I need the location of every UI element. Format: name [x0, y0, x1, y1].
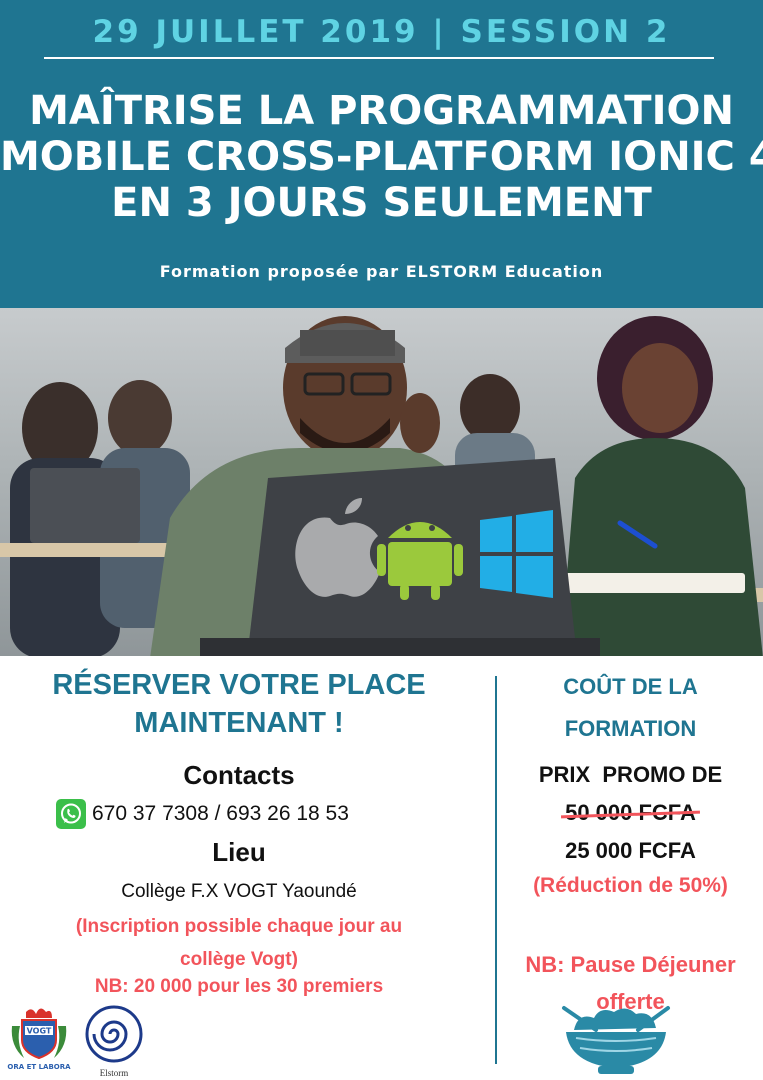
- reduction-note: (Réduction de 50%): [533, 874, 728, 897]
- elstorm-label: Elstorm: [100, 1068, 129, 1078]
- vogt-college-logo: VOGT ORA ET LABORA: [7, 1008, 71, 1071]
- vogt-motto: ORA ET LABORA: [7, 1063, 71, 1071]
- beanie-band: [300, 330, 395, 356]
- contacts-heading: Contacts: [183, 760, 295, 790]
- phone-numbers: 670 37 7308 / 693 26 18 53: [92, 802, 349, 825]
- cost-heading-line-2: FORMATION: [564, 716, 697, 741]
- phone-contact: 670 37 7308 / 693 26 18 53: [56, 798, 456, 830]
- registration-note-line-1: (Inscription possible chaque jour au: [75, 916, 403, 937]
- title-line-3: EN 3 JOURS SEULEMENT: [111, 180, 652, 226]
- cost-heading-line-1: COÛT DE LA: [563, 674, 698, 699]
- venue-heading: Lieu: [212, 837, 266, 867]
- promo-label: PRIX PROMO DE: [538, 762, 723, 787]
- classroom-photo: [0, 308, 763, 656]
- whatsapp-icon: [56, 799, 86, 829]
- elstorm-logo: Elstorm: [85, 1005, 143, 1078]
- background-laptop: [30, 468, 140, 543]
- laptop-base: [200, 638, 600, 656]
- organizer-line: Formation proposée par ELSTORM Education: [159, 262, 604, 281]
- registration-note-line-2: collège Vogt): [180, 949, 298, 970]
- session-date: 29 JUILLET 2019 | SESSION 2: [92, 14, 671, 50]
- reserve-heading: RÉSERVER VOTRE PLACE MAINTENANT !: [0, 666, 478, 742]
- header-banner: 29 JUILLET 2019 | SESSION 2 MAÎTRISE LA …: [0, 0, 763, 308]
- background-student: [460, 374, 520, 442]
- right-student-face: [622, 343, 698, 433]
- column-divider: [495, 676, 497, 1064]
- old-price-value: 50 000 FCFA: [565, 800, 696, 825]
- reserve-heading-line-2: MAINTENANT !: [134, 707, 344, 739]
- background-student: [108, 380, 172, 456]
- registration-note: (Inscription possible chaque jour au col…: [0, 910, 478, 976]
- lunch-note-line-1: NB: Pause Déjeuner: [525, 952, 736, 977]
- new-price: 25 000 FCFA: [565, 838, 696, 863]
- venue-name: Collège F.X VOGT Yaoundé: [121, 881, 357, 902]
- reserve-heading-line-1: RÉSERVER VOTRE PLACE: [52, 669, 426, 701]
- vogt-badge-text: VOGT: [27, 1027, 52, 1036]
- cost-heading: COÛT DE LA FORMATION: [498, 666, 763, 750]
- raised-hand: [400, 393, 440, 453]
- title-line-2: MOBILE CROSS-PLATFORM IONIC 4: [0, 134, 763, 180]
- right-student-sweater: [560, 438, 763, 656]
- notebook: [565, 573, 745, 593]
- old-price: 50 000 FCFA: [498, 800, 763, 826]
- header-divider: [44, 57, 714, 59]
- early-bird-note: NB: 20 000 pour les 30 premiers: [94, 976, 384, 997]
- title-line-1: MAÎTRISE LA PROGRAMMATION: [29, 88, 734, 134]
- classroom-illustration: [0, 316, 763, 656]
- course-title: MAÎTRISE LA PROGRAMMATION MOBILE CROSS-P…: [0, 88, 763, 226]
- salad-bowl-icon: [562, 1006, 670, 1074]
